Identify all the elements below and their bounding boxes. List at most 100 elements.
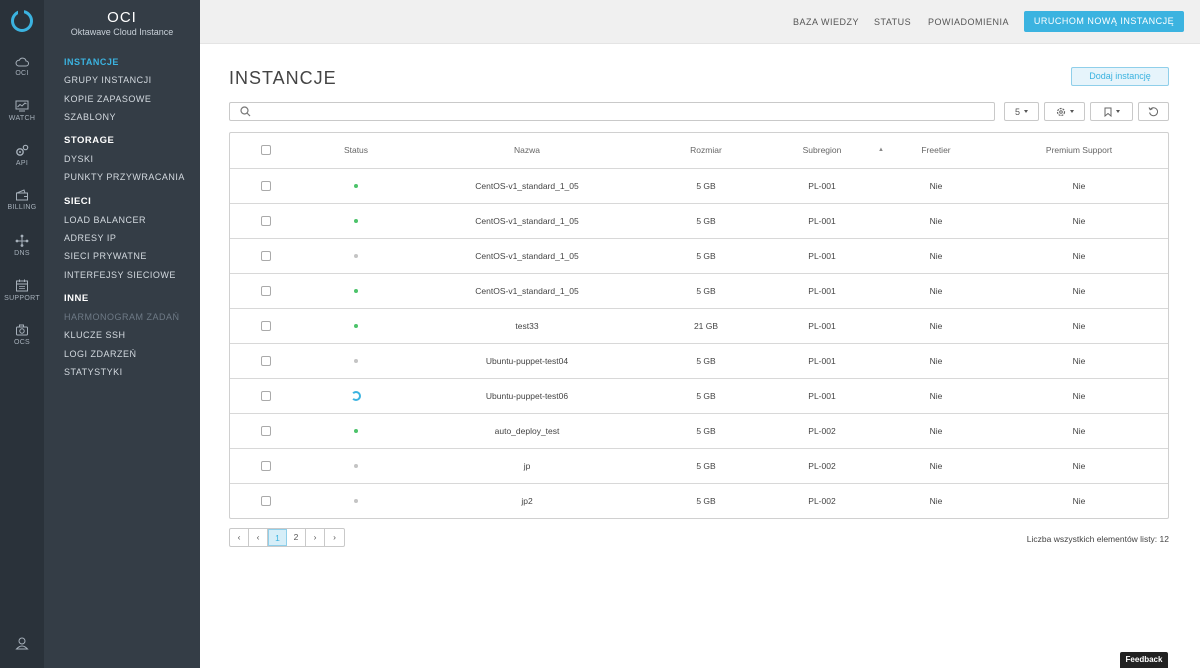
camera-icon — [16, 324, 28, 336]
table-row[interactable]: CentOS-v1_standard_1_05 5 GB PL-001 Nie Nie — [230, 273, 1168, 308]
cell-freetier: Nie — [929, 286, 943, 296]
select-all-checkbox[interactable] — [261, 145, 271, 155]
sidebar-item-punkty-przywracania[interactable]: PUNKTY PRZYWRACANIA — [64, 171, 185, 189]
topbar-link-status[interactable]: STATUS — [874, 17, 911, 27]
sidebar-item-harmonogram-zadań[interactable]: HARMONOGRAM ZADAŃ — [64, 311, 185, 329]
first-page-button[interactable]: ‹ — [230, 529, 249, 546]
table-row[interactable]: CentOS-v1_standard_1_05 5 GB PL-001 Nie Nie — [230, 238, 1168, 273]
cell-name[interactable]: CentOS-v1_standard_1_05 — [427, 169, 627, 204]
sidebar-item-logi-zdarzeń[interactable]: LOGI ZDARZEŃ — [64, 348, 185, 366]
row-checkbox[interactable] — [261, 251, 271, 261]
last-page-button[interactable]: › — [325, 529, 344, 546]
cell-name[interactable]: test33 — [427, 309, 627, 344]
cell-size: 21 GB — [693, 321, 719, 331]
column-settings-button[interactable] — [1044, 102, 1085, 121]
sidebar-item-statystyki[interactable]: STATYSTYKI — [64, 366, 185, 384]
row-checkbox[interactable] — [261, 496, 271, 506]
table-row[interactable]: Ubuntu-puppet-test06 5 GB PL-001 Nie Nie — [230, 378, 1168, 413]
sidebar-item-instancje[interactable]: INSTANCJE — [64, 56, 185, 74]
cell-freetier: Nie — [929, 181, 943, 191]
table-row[interactable]: test33 21 GB PL-001 Nie Nie — [230, 308, 1168, 343]
prev-page-button[interactable]: ‹ — [249, 529, 268, 546]
row-checkbox[interactable] — [261, 356, 271, 366]
iconbar-item-api[interactable]: API — [0, 144, 44, 167]
column-header-name[interactable]: Nazwa — [427, 133, 627, 168]
cell-premium-support: Nie — [1072, 356, 1086, 366]
page-size-select[interactable]: 5 — [1004, 102, 1039, 121]
next-page-button[interactable]: › — [306, 529, 325, 546]
cell-name[interactable]: Ubuntu-puppet-test06 — [427, 379, 627, 414]
iconbar-item-support[interactable]: SUPPORT — [0, 279, 44, 302]
refresh-button[interactable] — [1138, 102, 1169, 121]
status-active-icon — [354, 289, 358, 293]
sidebar-item-grupy-instancji[interactable]: GRUPY INSTANCJI — [64, 74, 185, 92]
topbar-link-notifications[interactable]: POWIADOMIENIA — [928, 17, 1009, 27]
page-2-button[interactable]: 2 — [287, 529, 306, 546]
cell-freetier: Nie — [929, 321, 943, 331]
launch-new-instance-button[interactable]: URUCHOM NOWĄ INSTANCJĘ — [1024, 11, 1184, 32]
iconbar-item-dns[interactable]: DNS — [0, 234, 44, 257]
row-checkbox[interactable] — [261, 461, 271, 471]
cell-subregion: PL-002 — [808, 461, 836, 471]
table-row[interactable]: CentOS-v1_standard_1_05 5 GB PL-001 Nie Nie — [230, 203, 1168, 238]
table-row[interactable]: jp 5 GB PL-002 Nie Nie — [230, 448, 1168, 483]
table-row[interactable]: Ubuntu-puppet-test04 5 GB PL-001 Nie Nie — [230, 343, 1168, 378]
sidebar-item-dyski[interactable]: DYSKI — [64, 153, 185, 171]
calendar-icon — [16, 279, 28, 292]
sidebar-item-adresy-ip[interactable]: ADRESY IP — [64, 232, 185, 250]
icon-bar: OCI WATCH API BILLING DNS SUPPORT OCS — [0, 0, 44, 668]
row-checkbox[interactable] — [261, 181, 271, 191]
page-1-button[interactable]: 1 — [268, 529, 287, 546]
sidebar-item-interfejsy-sieciowe[interactable]: INTERFEJSY SIECIOWE — [64, 269, 185, 287]
sidebar-item-load-balancer[interactable]: LOAD BALANCER — [64, 214, 185, 232]
row-checkbox[interactable] — [261, 321, 271, 331]
cell-subregion: PL-002 — [808, 426, 836, 436]
sidebar-item-kopie-zapasowe[interactable]: KOPIE ZAPASOWE — [64, 93, 185, 111]
column-header-size[interactable]: Rozmiar — [656, 133, 756, 168]
sidebar-item-sieci-prywatne[interactable]: SIECI PRYWATNE — [64, 250, 185, 268]
column-header-subregion[interactable]: Subregion — [772, 133, 872, 168]
row-checkbox[interactable] — [261, 216, 271, 226]
iconbar-label: DNS — [14, 250, 30, 257]
column-header-status[interactable]: Status — [306, 133, 406, 168]
cell-name[interactable]: CentOS-v1_standard_1_05 — [427, 239, 627, 274]
oktawave-logo-icon[interactable] — [11, 9, 33, 32]
row-checkbox[interactable] — [261, 391, 271, 401]
cell-premium-support: Nie — [1072, 321, 1086, 331]
search-input[interactable] — [229, 102, 995, 121]
iconbar-item-watch[interactable]: WATCH — [0, 100, 44, 122]
topbar-link-knowledge-base[interactable]: BAZA WIEDZY — [793, 17, 859, 27]
table-row[interactable]: CentOS-v1_standard_1_05 5 GB PL-001 Nie Nie — [230, 168, 1168, 203]
total-count: Liczba wszystkich elementów listy: 12 — [1026, 534, 1169, 544]
chevron-down-icon — [1069, 110, 1074, 113]
column-header-freetier[interactable]: Freetier — [886, 133, 986, 168]
iconbar-item-ocs[interactable]: OCS — [0, 324, 44, 346]
user-profile-button[interactable] — [0, 636, 44, 653]
sort-asc-icon: ▲ — [878, 147, 884, 153]
iconbar-item-billing[interactable]: BILLING — [0, 189, 44, 211]
status-active-icon — [354, 429, 358, 433]
table-row[interactable]: auto_deploy_test 5 GB PL-002 Nie Nie — [230, 413, 1168, 448]
feedback-button[interactable]: Feedback — [1120, 652, 1168, 668]
bookmark-filter-button[interactable] — [1090, 102, 1133, 121]
refresh-icon — [1148, 107, 1158, 117]
column-header-premium-support[interactable]: Premium Support — [1004, 133, 1154, 168]
row-checkbox[interactable] — [261, 426, 271, 436]
cell-name[interactable]: CentOS-v1_standard_1_05 — [427, 274, 627, 309]
iconbar-item-oci[interactable]: OCI — [0, 57, 44, 77]
cell-freetier: Nie — [929, 356, 943, 366]
iconbar-label: OCI — [15, 70, 29, 77]
row-checkbox[interactable] — [261, 286, 271, 296]
sidebar-item-klucze-ssh[interactable]: KLUCZE SSH — [64, 329, 185, 347]
table-row[interactable]: jp2 5 GB PL-002 Nie Nie — [230, 483, 1168, 518]
status-inactive-icon — [354, 464, 358, 468]
cell-name[interactable]: auto_deploy_test — [427, 414, 627, 449]
instances-table: Status Nazwa Rozmiar Subregion ▲ Freetie… — [229, 132, 1169, 519]
cell-name[interactable]: CentOS-v1_standard_1_05 — [427, 204, 627, 239]
cell-freetier: Nie — [929, 391, 943, 401]
cell-name[interactable]: jp — [427, 449, 627, 484]
sidebar-item-szablony[interactable]: SZABLONY — [64, 111, 185, 129]
cell-name[interactable]: Ubuntu-puppet-test04 — [427, 344, 627, 379]
cell-name[interactable]: jp2 — [427, 484, 627, 519]
add-instance-button[interactable]: Dodaj instancję — [1071, 67, 1169, 86]
